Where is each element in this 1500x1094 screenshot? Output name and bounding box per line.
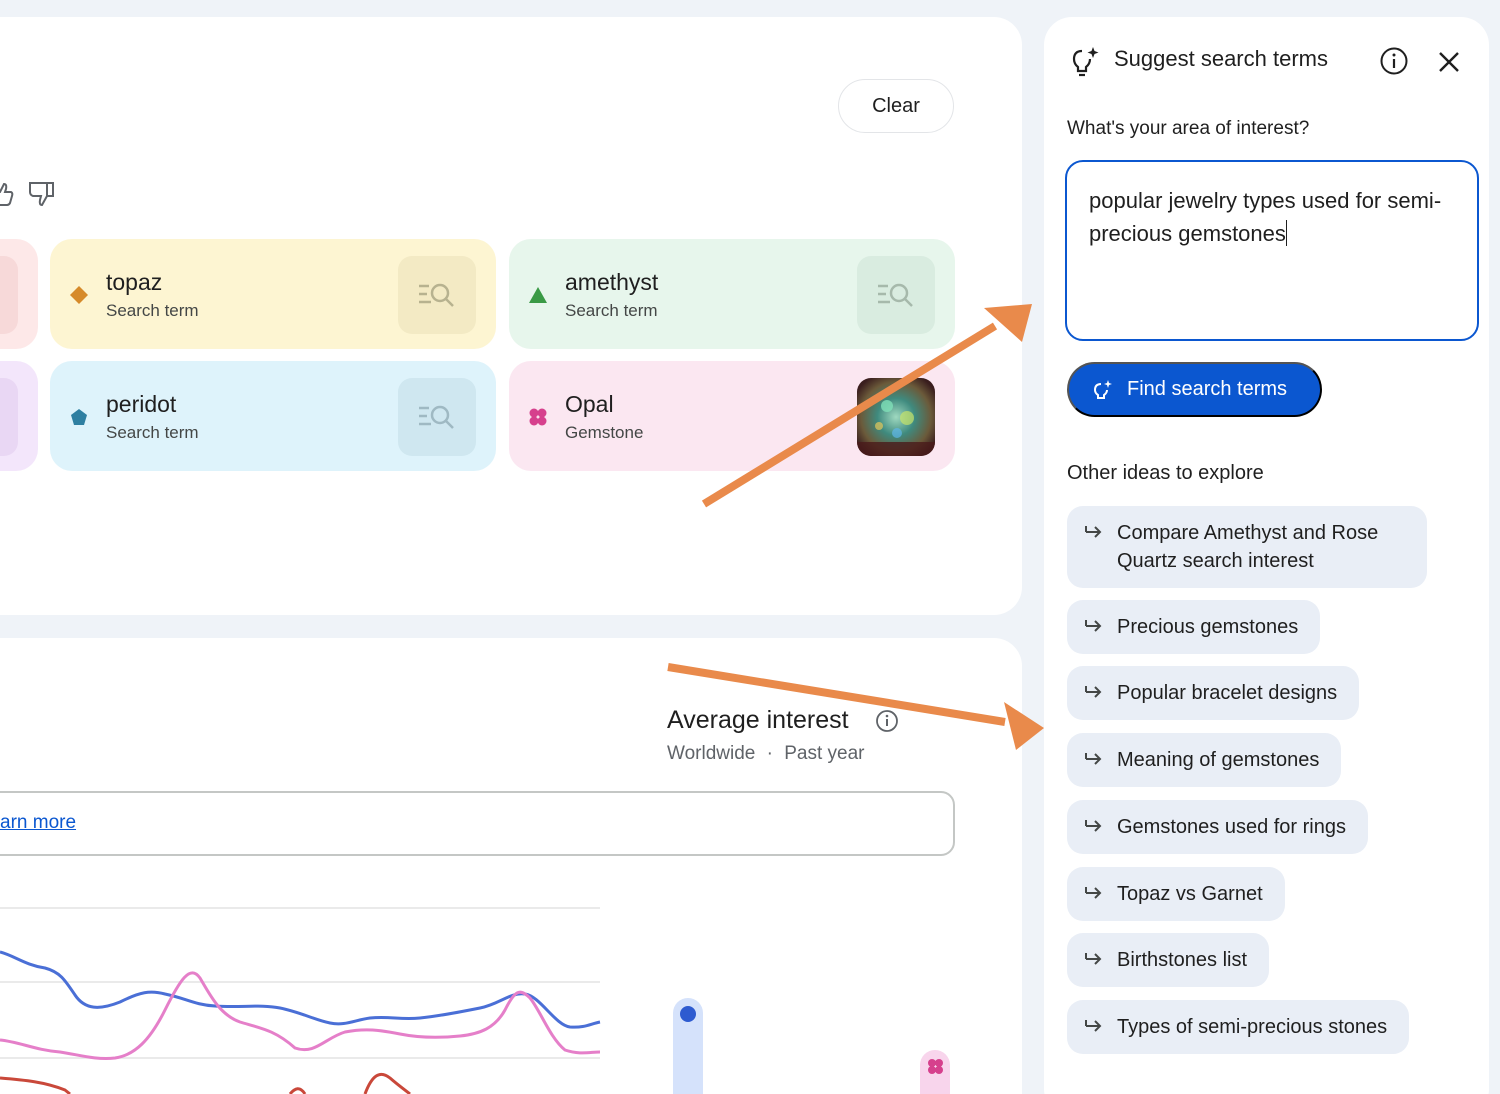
thumbs-down-icon[interactable] <box>27 180 55 213</box>
chip-title: Opal <box>565 391 614 417</box>
triangle-marker-icon <box>529 287 547 303</box>
series-line-pink <box>0 971 601 1060</box>
learn-more-link[interactable]: arn more <box>0 812 76 834</box>
thumbs-up-icon[interactable] <box>0 180 14 213</box>
chip-peridot[interactable]: peridot Search term <box>50 361 496 471</box>
location-label: Worldwide <box>667 743 756 764</box>
partial-chip[interactable] <box>0 361 38 471</box>
info-icon[interactable] <box>875 709 899 738</box>
diamond-marker-icon <box>70 286 88 304</box>
reply-arrow-icon <box>1083 616 1103 644</box>
idea-chip[interactable]: Precious gemstones <box>1067 600 1321 654</box>
reply-arrow-icon <box>1083 883 1103 911</box>
idea-chip[interactable]: Meaning of gemstones <box>1067 733 1342 787</box>
series-line-blue <box>0 950 601 1029</box>
query-text: popular jewelry types used for semi-prec… <box>1089 188 1442 246</box>
explore-search-icon[interactable] <box>398 378 476 456</box>
partial-chip[interactable] <box>0 239 38 349</box>
idea-label: Meaning of gemstones <box>1117 749 1320 771</box>
text-caret <box>1285 220 1288 246</box>
chip-title: peridot <box>106 391 177 417</box>
average-interest-subtitle: Worldwide · Past year <box>667 743 865 765</box>
close-icon[interactable] <box>1437 50 1461 79</box>
reply-arrow-icon <box>1083 522 1103 550</box>
chip-amethyst[interactable]: amethyst Search term <box>509 239 955 349</box>
reply-arrow-icon <box>1083 949 1103 977</box>
explore-search-icon[interactable] <box>398 256 476 334</box>
reply-arrow-icon <box>1083 816 1103 844</box>
idea-label: Popular bracelet designs <box>1117 682 1338 704</box>
chip-title: topaz <box>106 269 163 295</box>
average-interest-title: Average interest <box>667 706 849 734</box>
idea-label: Precious gemstones <box>1117 616 1299 638</box>
pentagon-marker-icon <box>71 409 87 425</box>
series-line-red <box>0 1072 411 1094</box>
idea-chip[interactable]: Compare Amethyst and Rose Quartz search … <box>1067 506 1427 588</box>
info-icon[interactable] <box>1379 46 1409 81</box>
separator: · <box>766 743 773 764</box>
idea-chip[interactable]: Birthstones list <box>1067 933 1270 987</box>
idea-chip[interactable]: Gemstones used for rings <box>1067 800 1368 854</box>
flower-marker-icon <box>529 408 547 426</box>
idea-label: Types of semi-precious stones <box>1117 1016 1388 1038</box>
other-ideas-title: Other ideas to explore <box>1067 462 1264 484</box>
reply-arrow-icon <box>1083 682 1103 710</box>
chip-subtitle: Search term <box>106 301 199 320</box>
idea-label: Gemstones used for rings <box>1117 816 1346 838</box>
interest-question: What's your area of interest? <box>1067 118 1310 139</box>
panel-title: Suggest search terms <box>1114 46 1328 71</box>
idea-chip[interactable]: Popular bracelet designs <box>1067 666 1360 720</box>
clear-button[interactable]: Clear <box>838 79 954 133</box>
chip-subtitle: Search term <box>565 301 658 320</box>
idea-chip[interactable]: Types of semi-precious stones <box>1067 1000 1410 1054</box>
reply-arrow-icon <box>1083 1016 1103 1044</box>
average-marker-blue <box>680 1006 696 1022</box>
chip-subtitle: Search term <box>106 423 199 442</box>
period-label: Past year <box>784 743 865 764</box>
chip-topaz[interactable]: topaz Search term <box>50 239 496 349</box>
interest-chart <box>0 907 950 1094</box>
idea-label: Topaz vs Garnet <box>1117 883 1263 905</box>
opal-thumbnail <box>857 378 935 456</box>
chip-subtitle: Gemstone <box>565 423 644 442</box>
idea-label: Birthstones list <box>1117 949 1248 971</box>
find-search-terms-button[interactable]: Find search terms <box>1067 362 1322 417</box>
idea-label: Compare Amethyst and Rose Quartz search … <box>1117 522 1379 572</box>
explore-search-icon[interactable] <box>857 256 935 334</box>
chip-title: amethyst <box>565 269 659 295</box>
reply-arrow-icon <box>1083 749 1103 777</box>
notice-box <box>0 791 955 856</box>
lightbulb-sparkle-icon <box>1070 46 1100 83</box>
lightbulb-sparkle-icon <box>1093 380 1113 410</box>
interest-query-input[interactable]: popular jewelry types used for semi-prec… <box>1065 160 1479 341</box>
find-search-terms-label: Find search terms <box>1127 378 1288 400</box>
idea-chip[interactable]: Topaz vs Garnet <box>1067 867 1285 921</box>
chip-opal[interactable]: Opal Gemstone <box>509 361 955 471</box>
